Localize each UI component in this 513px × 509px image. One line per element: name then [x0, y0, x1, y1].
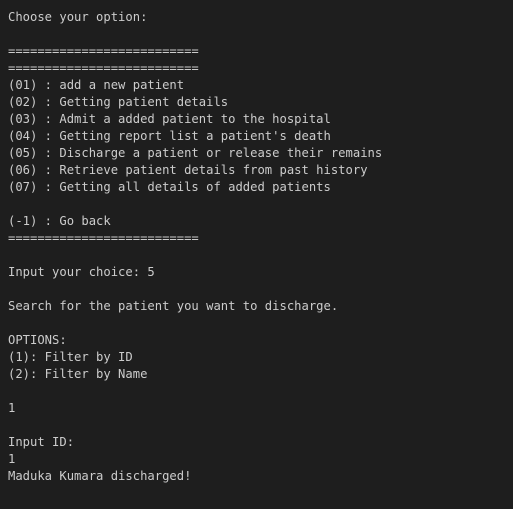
menu-option-02: (02) : Getting patient details	[8, 95, 229, 109]
menu-option-go-back: (-1) : Go back	[8, 214, 111, 228]
menu-option-04: (04) : Getting report list a patient's d…	[8, 129, 331, 143]
menu-option-03: (03) : Admit a added patient to the hosp…	[8, 112, 331, 126]
discharge-result-message: Maduka Kumara discharged!	[8, 469, 192, 483]
input-choice-line: Input your choice: 5	[8, 265, 155, 279]
options-heading: OPTIONS:	[8, 333, 67, 347]
user-filter-input: 1	[8, 401, 16, 415]
menu-option-06: (06) : Retrieve patient details from pas…	[8, 163, 368, 177]
menu-option-07: (07) : Getting all details of added pati…	[8, 180, 331, 194]
input-id-prompt: Input ID:	[8, 435, 75, 449]
filter-option-name: (2): Filter by Name	[8, 367, 148, 381]
prompt-choose-option: Choose your option:	[8, 10, 148, 24]
terminal-output[interactable]: Choose your option: ====================…	[0, 0, 513, 509]
separator-line: ==========================	[8, 44, 199, 58]
separator-line: ==========================	[8, 61, 199, 75]
separator-line: ==========================	[8, 231, 199, 245]
filter-option-id: (1): Filter by ID	[8, 350, 133, 364]
search-discharge-prompt: Search for the patient you want to disch…	[8, 299, 339, 313]
menu-option-05: (05) : Discharge a patient or release th…	[8, 146, 383, 160]
user-id-input: 1	[8, 452, 16, 466]
menu-option-01: (01) : add a new patient	[8, 78, 185, 92]
